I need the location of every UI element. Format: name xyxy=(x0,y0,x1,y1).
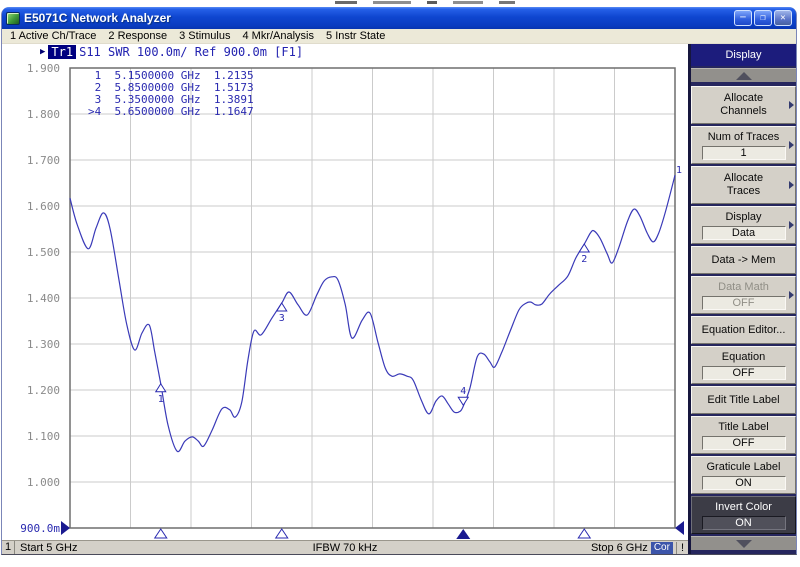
window-title: E5071C Network Analyzer xyxy=(24,11,730,25)
start-frequency-readout: Start 5 GHz xyxy=(15,542,77,554)
softkey-label: Num of Traces xyxy=(708,131,780,144)
softkey-sidebar: Display Allocate ChannelsNum of Traces1A… xyxy=(688,44,796,554)
marker-3-symbol-icon[interactable] xyxy=(277,303,287,311)
y-axis-tick-label: 1.300 xyxy=(27,338,60,351)
marker-4-stimulus-indicator-active-icon[interactable] xyxy=(456,529,470,539)
menu-4-mkr-analysis[interactable]: 4 Mkr/Analysis xyxy=(237,30,321,43)
softkey-label: Title Label xyxy=(718,421,768,434)
softkey-scroll-up-button[interactable] xyxy=(691,68,796,84)
marker-3-number-label: 3 xyxy=(279,313,285,324)
menubar: 1 Active Ch/Trace2 Response3 Stimulus4 M… xyxy=(2,29,796,44)
softkey-label: Allocate Channels xyxy=(720,92,766,118)
softkey-menu-title: Display xyxy=(691,44,796,68)
softkey-edit-title-label[interactable]: Edit Title Label xyxy=(691,386,796,414)
minimize-button[interactable]: ─ xyxy=(734,10,752,26)
content: ▶ Tr1 S11 SWR 100.0m/ Ref 900.0m [F1] 1.… xyxy=(2,44,796,554)
alert-indicator: ! xyxy=(676,542,687,554)
status-right-group: Stop 6 GHz Cor ! xyxy=(591,542,687,554)
scroll-up-icon xyxy=(736,72,752,80)
y-axis-tick-label: 1.000 xyxy=(27,476,60,489)
cropped-text-artifact xyxy=(335,1,531,6)
ref-level-arrow-right-icon xyxy=(675,521,684,535)
softkey-value-num-of-traces: 1 xyxy=(702,146,786,160)
softkey-title-label[interactable]: Title Label OFF xyxy=(691,416,796,454)
marker-4-number-label: 4 xyxy=(460,386,466,397)
softkey-allocate-traces[interactable]: Allocate Traces xyxy=(691,166,796,204)
softkey-data-mem[interactable]: Data -> Mem xyxy=(691,246,796,274)
softkey-label: Data -> Mem xyxy=(712,254,776,267)
main-display-area: ▶ Tr1 S11 SWR 100.0m/ Ref 900.0m [F1] 1.… xyxy=(2,44,688,554)
softkey-value-display: Data xyxy=(702,226,786,240)
status-bar: 1 Start 5 GHz IFBW 70 kHz Stop 6 GHz Cor… xyxy=(2,540,688,554)
marker-1-symbol-icon[interactable] xyxy=(156,384,166,392)
softkey-invert-color[interactable]: Invert Color ON xyxy=(691,496,796,534)
y-axis-tick-label: 1.500 xyxy=(27,246,60,259)
softkey-value-graticule-label: ON xyxy=(702,476,786,490)
trace-end-number-label: 1 xyxy=(676,165,682,176)
y-axis-tick-label: 1.700 xyxy=(27,154,60,167)
ref-level-arrow-left-icon xyxy=(61,521,70,535)
softkey-label: Equation Editor... xyxy=(702,324,786,337)
y-axis-tick-label: 1.200 xyxy=(27,384,60,397)
marker-1-stimulus-indicator-icon[interactable] xyxy=(155,529,167,538)
y-axis-tick-label: 1.600 xyxy=(27,200,60,213)
menu-2-response[interactable]: 2 Response xyxy=(103,30,174,43)
softkey-equation-editor[interactable]: Equation Editor... xyxy=(691,316,796,344)
softkey-label: Data Math xyxy=(718,281,769,294)
marker-2-symbol-icon[interactable] xyxy=(579,244,589,252)
softkey-label: Edit Title Label xyxy=(707,394,779,407)
softkey-num-of-traces[interactable]: Num of Traces 1 xyxy=(691,126,796,164)
softkey-data-math: Data Math OFF xyxy=(691,276,796,314)
y-axis-tick-label: 1.400 xyxy=(27,292,60,305)
trace-status-line: ▶ Tr1 S11 SWR 100.0m/ Ref 900.0m [F1] xyxy=(2,44,688,60)
marker-3-stimulus-indicator-icon[interactable] xyxy=(276,529,288,538)
softkey-buttons: Allocate Channels Num of Traces 1 Allocate … xyxy=(691,68,796,554)
softkey-value-invert-color: ON xyxy=(702,516,786,530)
softkey-value-equation: OFF xyxy=(702,366,786,380)
ifbw-readout: IFBW 70 kHz xyxy=(2,542,688,554)
menu-5-instr-state[interactable]: 5 Instr State xyxy=(321,30,392,43)
ref-level-label: 900.0m xyxy=(20,522,60,535)
plot-svg: 1.900 1.800 1.700 1.600 1.500 1.400 1.300 1.200… xyxy=(2,60,688,540)
app-window: E5071C Network Analyzer ─ ❐ ✕ 1 Active C… xyxy=(1,7,797,555)
graph-area: 1.900 1.800 1.700 1.600 1.500 1.400 1.300 1.200… xyxy=(2,60,688,540)
softkey-scroll-down-button[interactable] xyxy=(691,536,796,552)
window-controls: ─ ❐ ✕ xyxy=(734,10,792,26)
softkey-display[interactable]: Display Data xyxy=(691,206,796,244)
trace1-format-readout: S11 SWR 100.0m/ Ref 900.0m [F1] xyxy=(79,45,303,59)
scroll-down-icon xyxy=(736,540,752,548)
marker-2-stimulus-indicator-icon[interactable] xyxy=(578,529,590,538)
softkey-label: Equation xyxy=(722,351,765,364)
marker-readout-row: >4 5.6500000 GHz 1.1647 xyxy=(88,106,254,118)
marker-table: 1 5.1500000 GHz 1.2135 2 5.8500000 GHz 1… xyxy=(88,70,254,118)
softkey-label: Display xyxy=(725,211,761,224)
channel-number: 1 xyxy=(2,541,15,554)
active-trace-arrow-icon: ▶ xyxy=(40,47,45,57)
softkey-label: Graticule Label xyxy=(707,461,781,474)
app-icon xyxy=(6,12,20,25)
marker-2-number-label: 2 xyxy=(581,254,587,265)
menu-3-stimulus[interactable]: 3 Stimulus xyxy=(174,30,237,43)
correction-badge: Cor xyxy=(651,542,673,554)
trace1-badge[interactable]: Tr1 xyxy=(48,45,76,59)
softkey-value-title-label: OFF xyxy=(702,436,786,450)
menu-1-active-ch-trace[interactable]: 1 Active Ch/Trace xyxy=(5,30,103,43)
softkey-label: Invert Color xyxy=(715,501,772,514)
y-axis-tick-label: 1.900 xyxy=(27,62,60,75)
softkey-label: Allocate Traces xyxy=(724,172,763,198)
y-axis-tick-label: 1.100 xyxy=(27,430,60,443)
softkey-equation[interactable]: Equation OFF xyxy=(691,346,796,384)
softkey-allocate-channels[interactable]: Allocate Channels xyxy=(691,86,796,124)
close-button[interactable]: ✕ xyxy=(774,10,792,26)
titlebar: E5071C Network Analyzer ─ ❐ ✕ xyxy=(2,7,796,29)
screen: E5071C Network Analyzer ─ ❐ ✕ 1 Active C… xyxy=(0,0,800,567)
y-axis-tick-label: 1.800 xyxy=(27,108,60,121)
restore-button[interactable]: ❐ xyxy=(754,10,772,26)
stop-frequency-readout: Stop 6 GHz xyxy=(591,542,648,554)
softkey-value-data-math: OFF xyxy=(702,296,786,310)
softkey-graticule-label[interactable]: Graticule Label ON xyxy=(691,456,796,494)
marker-1-number-label: 1 xyxy=(158,394,164,405)
marker-4-symbol-icon[interactable] xyxy=(458,397,468,405)
